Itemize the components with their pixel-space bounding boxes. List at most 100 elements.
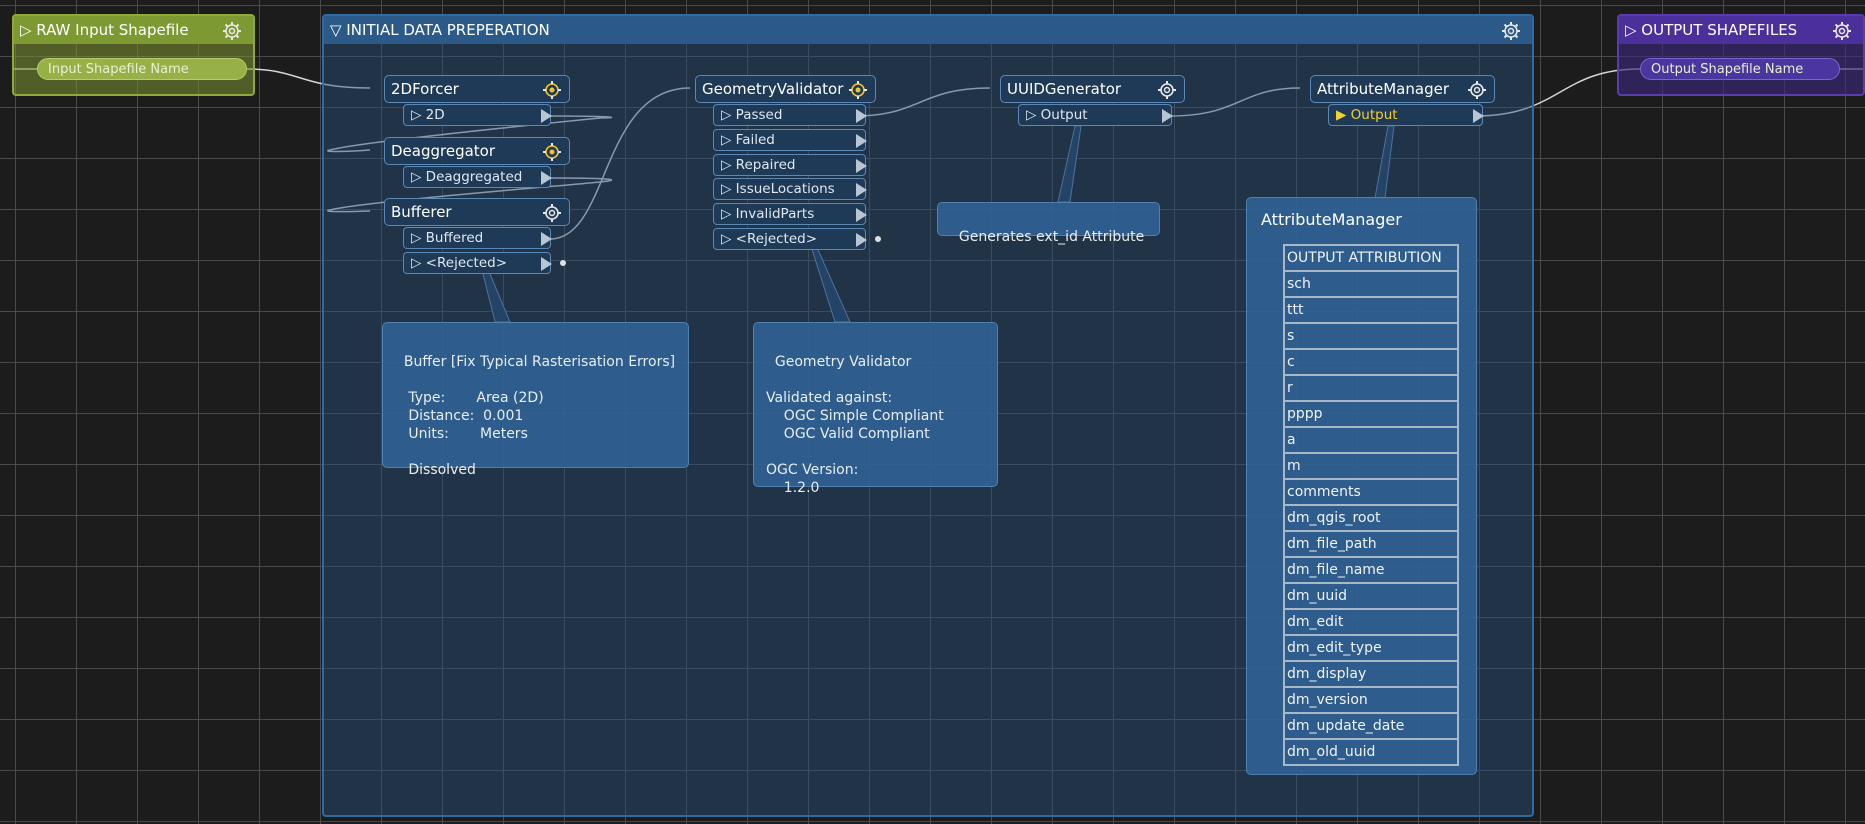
port-label: ▷ <Rejected> bbox=[721, 231, 818, 247]
attribute-row: dm_update_date bbox=[1283, 712, 1459, 740]
transformer-attributemanager[interactable]: AttributeManager bbox=[1310, 75, 1495, 103]
port-connector-dot bbox=[560, 260, 566, 266]
attribute-row: a bbox=[1283, 426, 1459, 454]
attribute-cell: dm_edit bbox=[1283, 608, 1459, 636]
attribute-row: dm_qgis_root bbox=[1283, 504, 1459, 532]
port-label: ▷ Repaired bbox=[721, 157, 796, 173]
port-invalidparts[interactable]: ▷ InvalidParts bbox=[713, 203, 867, 225]
annotation-geometry-validator[interactable]: Geometry Validator Validated against: OG… bbox=[753, 322, 998, 496]
annotation-uuid[interactable]: Generates ext_id Attribute bbox=[937, 202, 1160, 245]
attribute-cell: comments bbox=[1283, 478, 1459, 506]
bookmark-initial-header[interactable]: ▽ INITIAL DATA PREPERATION bbox=[324, 16, 1532, 44]
input-port-label: Input Shapefile Name bbox=[48, 61, 189, 77]
bookmark-output-header[interactable]: ▷ OUTPUT SHAPEFILES bbox=[1619, 16, 1863, 44]
gear-icon[interactable] bbox=[1831, 20, 1853, 42]
transformer-name: Deaggregator bbox=[391, 142, 496, 160]
attribute-row: c bbox=[1283, 348, 1459, 376]
gear-icon[interactable] bbox=[541, 141, 563, 163]
port-output[interactable]: ▷ Output bbox=[1018, 104, 1173, 126]
annotation-text: Geometry Validator Validated against: OG… bbox=[766, 354, 944, 496]
bookmark-raw-header[interactable]: ▷ RAW Input Shapefile bbox=[14, 16, 253, 44]
attribute-row: dm_edit bbox=[1283, 608, 1459, 636]
gear-icon[interactable] bbox=[1500, 20, 1522, 42]
attribute-cell: m bbox=[1283, 452, 1459, 480]
gear-icon[interactable] bbox=[1156, 79, 1178, 101]
attribute-row: dm_uuid bbox=[1283, 582, 1459, 610]
annotation-text: Buffer [Fix Typical Rasterisation Errors… bbox=[403, 354, 676, 478]
gear-icon[interactable] bbox=[1466, 79, 1488, 101]
port-failed[interactable]: ▷ Failed bbox=[713, 129, 867, 151]
transformer-2dforcer[interactable]: 2DForcer bbox=[384, 75, 570, 103]
input-shapefile-port[interactable]: Input Shapefile Name bbox=[37, 58, 247, 80]
port-rejected[interactable]: ▷ <Rejected> bbox=[713, 228, 881, 250]
bookmark-output-title: ▷ OUTPUT SHAPEFILES bbox=[1625, 21, 1798, 39]
attribute-cell: dm_file_name bbox=[1283, 556, 1459, 584]
attribute-cell: dm_edit_type bbox=[1283, 634, 1459, 662]
attribute-row: dm_display bbox=[1283, 660, 1459, 688]
transformer-bufferer[interactable]: Bufferer bbox=[384, 198, 570, 226]
attribute-row: sch bbox=[1283, 270, 1459, 298]
output-shapefile-port[interactable]: Output Shapefile Name bbox=[1640, 58, 1840, 80]
attribute-row: dm_file_name bbox=[1283, 556, 1459, 584]
attribute-cell: dm_display bbox=[1283, 660, 1459, 688]
port-deaggregated[interactable]: ▷ Deaggregated bbox=[403, 166, 552, 188]
port-label: ▷ Output bbox=[1026, 107, 1088, 123]
attribute-cell: sch bbox=[1283, 270, 1459, 298]
output-port-arrow bbox=[856, 109, 867, 123]
output-port-arrow bbox=[856, 159, 867, 173]
transformer-geometryvalidator[interactable]: GeometryValidator bbox=[695, 75, 876, 103]
port-passed[interactable]: ▷ Passed bbox=[713, 104, 867, 126]
output-port-arrow bbox=[541, 232, 552, 246]
attribute-cell: dm_qgis_root bbox=[1283, 504, 1459, 532]
bookmark-raw-title: ▷ RAW Input Shapefile bbox=[20, 21, 189, 39]
gear-icon[interactable] bbox=[221, 20, 243, 42]
attribute-table: OUTPUT ATTRIBUTION sch ttt s c r pppp a m comment… bbox=[1283, 244, 1459, 766]
attribute-row: dm_old_uuid bbox=[1283, 738, 1459, 766]
attribute-row: pppp bbox=[1283, 400, 1459, 428]
port-label: ▷ Deaggregated bbox=[411, 169, 523, 185]
attribute-cell: c bbox=[1283, 348, 1459, 376]
output-port-arrow bbox=[856, 134, 867, 148]
attribute-row: dm_file_path bbox=[1283, 530, 1459, 558]
attribute-cell: dm_uuid bbox=[1283, 582, 1459, 610]
attribute-row: dm_version bbox=[1283, 686, 1459, 714]
port-label: ▷ Failed bbox=[721, 132, 775, 148]
attribute-cell: a bbox=[1283, 426, 1459, 454]
gear-icon[interactable] bbox=[847, 79, 869, 101]
port-repaired[interactable]: ▷ Repaired bbox=[713, 154, 867, 176]
port-label: ▷ IssueLocations bbox=[721, 181, 835, 197]
output-port-arrow bbox=[856, 208, 867, 222]
annotation-buffer[interactable]: Buffer [Fix Typical Rasterisation Errors… bbox=[382, 322, 689, 478]
port-2d[interactable]: ▷ 2D bbox=[403, 104, 552, 126]
bookmark-raw-input[interactable]: ▷ RAW Input Shapefile bbox=[12, 14, 255, 96]
attribute-row: dm_edit_type bbox=[1283, 634, 1459, 662]
attribute-row: ttt bbox=[1283, 296, 1459, 324]
attribute-cell: ttt bbox=[1283, 296, 1459, 324]
port-issuelocations[interactable]: ▷ IssueLocations bbox=[713, 178, 867, 200]
port-label: ▷ Passed bbox=[721, 107, 783, 123]
port-label: ▷ 2D bbox=[411, 107, 445, 123]
transformer-name: 2DForcer bbox=[391, 80, 459, 98]
output-port-label: Output Shapefile Name bbox=[1651, 61, 1804, 77]
gear-icon[interactable] bbox=[541, 79, 563, 101]
port-buffered[interactable]: ▷ Buffered bbox=[403, 227, 552, 249]
gear-icon[interactable] bbox=[541, 202, 563, 224]
output-port-arrow bbox=[541, 257, 552, 271]
attribute-cell: dm_version bbox=[1283, 686, 1459, 714]
attribute-row: s bbox=[1283, 322, 1459, 350]
bookmark-output-shapefiles[interactable]: ▷ OUTPUT SHAPEFILES bbox=[1617, 14, 1865, 96]
port-label: ▶ Output bbox=[1336, 107, 1398, 123]
port-output[interactable]: ▶ Output bbox=[1328, 104, 1484, 126]
output-port-arrow bbox=[856, 233, 867, 247]
bookmark-initial-title: ▽ INITIAL DATA PREPERATION bbox=[330, 21, 550, 39]
transformer-deaggregator[interactable]: Deaggregator bbox=[384, 137, 570, 165]
attribute-row: comments bbox=[1283, 478, 1459, 506]
annotation-attributemanager[interactable]: AttributeManager OUTPUT ATTRIBUTION sch tt… bbox=[1246, 197, 1477, 775]
output-port-arrow bbox=[856, 183, 867, 197]
panel-title: AttributeManager bbox=[1261, 210, 1402, 229]
port-rejected[interactable]: ▷ <Rejected> bbox=[403, 252, 566, 274]
output-port-arrow bbox=[541, 109, 552, 123]
output-port-arrow bbox=[541, 171, 552, 185]
transformer-name: GeometryValidator bbox=[702, 80, 844, 98]
transformer-uuidgenerator[interactable]: UUIDGenerator bbox=[1000, 75, 1185, 103]
